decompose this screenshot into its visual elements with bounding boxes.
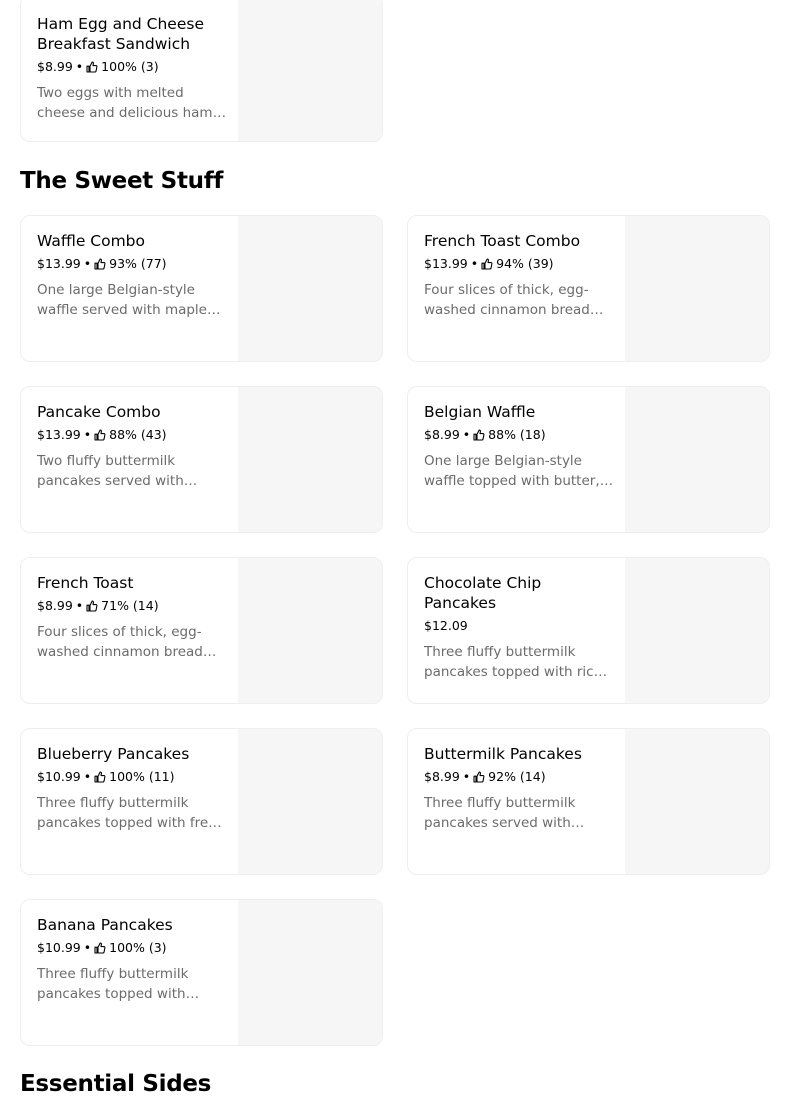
- thumbs-up-icon: [481, 258, 493, 270]
- menu-item-card[interactable]: Buttermilk Pancakes $8.99 • 92% (14) Thr…: [407, 728, 770, 875]
- meta-separator: •: [75, 598, 84, 613]
- item-image: [625, 216, 769, 361]
- item-description: Four slices of thick, egg-washed cinnamo…: [424, 282, 590, 318]
- item-rating: 88% (43): [109, 427, 167, 442]
- item-price: $8.99: [37, 59, 73, 74]
- item-description: One large Belgian-style waffle topped wi…: [424, 453, 600, 489]
- item-meta: $12.09: [424, 618, 614, 634]
- item-price: $8.99: [37, 598, 73, 613]
- thumbs-up-icon: [86, 600, 98, 612]
- thumbs-up-icon: [94, 942, 106, 954]
- item-meta: $13.99 • 94% (39): [424, 256, 614, 272]
- item-image: [625, 387, 769, 532]
- item-price: $8.99: [424, 769, 460, 784]
- item-name: French Toast: [37, 574, 134, 592]
- thumbs-up-icon: [86, 61, 98, 73]
- item-name: Blueberry Pancakes: [37, 745, 190, 763]
- menu-item-card[interactable]: Chocolate Chip Pancakes $12.09 Three flu…: [407, 557, 770, 704]
- menu-item-card[interactable]: Ham Egg and Cheese Breakfast Sandwich $8…: [20, 0, 383, 142]
- meta-separator: •: [75, 59, 84, 74]
- item-description: Three fluffy buttermilk pancakes topped …: [37, 966, 189, 1002]
- item-description: Three fluffy buttermilk pancakes topped …: [37, 795, 224, 831]
- item-price: $8.99: [424, 427, 460, 442]
- item-rating: 88% (18): [488, 427, 546, 442]
- meta-separator: •: [83, 769, 92, 784]
- menu-item-card[interactable]: French Toast $8.99 • 71% (14) Four slice…: [20, 557, 383, 704]
- meta-separator: •: [470, 256, 479, 271]
- menu-item-card[interactable]: French Toast Combo $13.99 • 94% (39) Fou…: [407, 215, 770, 362]
- menu-item-card[interactable]: Belgian Waffle $8.99 • 88% (18) One larg…: [407, 386, 770, 533]
- item-rating: 93% (77): [109, 256, 167, 271]
- item-name: Belgian Waffle: [424, 403, 536, 421]
- item-name: Chocolate Chip Pancakes: [424, 574, 542, 612]
- item-image: [238, 387, 382, 532]
- menu-item-card[interactable]: Waffle Combo $13.99 • 93% (77) One large…: [20, 215, 383, 362]
- menu-item-card[interactable]: Blueberry Pancakes $10.99 • 100% (11) Th…: [20, 728, 383, 875]
- item-description: Three fluffy buttermilk pancakes served …: [424, 795, 576, 831]
- thumbs-up-icon: [473, 771, 485, 783]
- item-price: $12.09: [424, 618, 468, 633]
- item-meta: $10.99 • 100% (3): [37, 940, 227, 956]
- thumbs-up-icon: [94, 429, 106, 441]
- item-meta: $8.99 • 92% (14): [424, 769, 614, 785]
- item-description: Two fluffy buttermilk pancakes served wi…: [37, 453, 184, 489]
- item-image: [238, 558, 382, 703]
- item-rating: 100% (3): [109, 940, 167, 955]
- item-image: [238, 729, 382, 874]
- item-name: Banana Pancakes: [37, 916, 173, 934]
- thumbs-up-icon: [94, 258, 106, 270]
- meta-separator: •: [462, 427, 471, 442]
- item-name: Pancake Combo: [37, 403, 161, 421]
- menu-item-card[interactable]: Pancake Combo $13.99 • 88% (43) Two fluf…: [20, 386, 383, 533]
- item-name: Buttermilk Pancakes: [424, 745, 582, 763]
- item-image: [625, 729, 769, 874]
- meta-separator: •: [462, 769, 471, 784]
- item-price: $10.99: [37, 940, 81, 955]
- item-rating: 100% (3): [101, 59, 159, 74]
- item-rating: 94% (39): [496, 256, 554, 271]
- item-description: Four slices of thick, egg-washed cinnamo…: [37, 624, 203, 660]
- item-image: [238, 216, 382, 361]
- item-meta: $8.99 • 71% (14): [37, 598, 227, 614]
- item-name: Ham Egg and Cheese Breakfast Sandwich: [37, 15, 204, 53]
- item-image: [238, 900, 382, 1045]
- item-description: One large Belgian-style waffle served wi…: [37, 282, 207, 318]
- meta-separator: •: [83, 427, 92, 442]
- section-title-essential-sides: Essential Sides: [20, 1071, 212, 1097]
- item-name: French Toast Combo: [424, 232, 581, 250]
- section-title-sweet-stuff: The Sweet Stuff: [20, 168, 224, 194]
- item-meta: $8.99 • 88% (18): [424, 427, 614, 443]
- item-rating: 71% (14): [101, 598, 159, 613]
- item-rating: 92% (14): [488, 769, 546, 784]
- item-price: $10.99: [37, 769, 81, 784]
- item-name: Waffle Combo: [37, 232, 146, 250]
- item-image: [238, 0, 382, 141]
- menu-page: Ham Egg and Cheese Breakfast Sandwich $8…: [0, 0, 804, 1098]
- item-image: [625, 558, 769, 703]
- item-price: $13.99: [37, 427, 81, 442]
- item-description: Two eggs with melted cheese and deliciou…: [37, 85, 213, 121]
- thumbs-up-icon: [473, 429, 485, 441]
- item-meta: $8.99 • 100% (3): [37, 59, 227, 75]
- item-price: $13.99: [37, 256, 81, 271]
- item-rating: 100% (11): [109, 769, 175, 784]
- item-meta: $13.99 • 93% (77): [37, 256, 227, 272]
- thumbs-up-icon: [94, 771, 106, 783]
- meta-separator: •: [83, 256, 92, 271]
- menu-item-card[interactable]: Banana Pancakes $10.99 • 100% (3) Three …: [20, 899, 383, 1046]
- meta-separator: •: [83, 940, 92, 955]
- item-meta: $13.99 • 88% (43): [37, 427, 227, 443]
- item-price: $13.99: [424, 256, 468, 271]
- item-meta: $10.99 • 100% (11): [37, 769, 227, 785]
- item-description: Three fluffy buttermilk pancakes topped …: [424, 644, 603, 680]
